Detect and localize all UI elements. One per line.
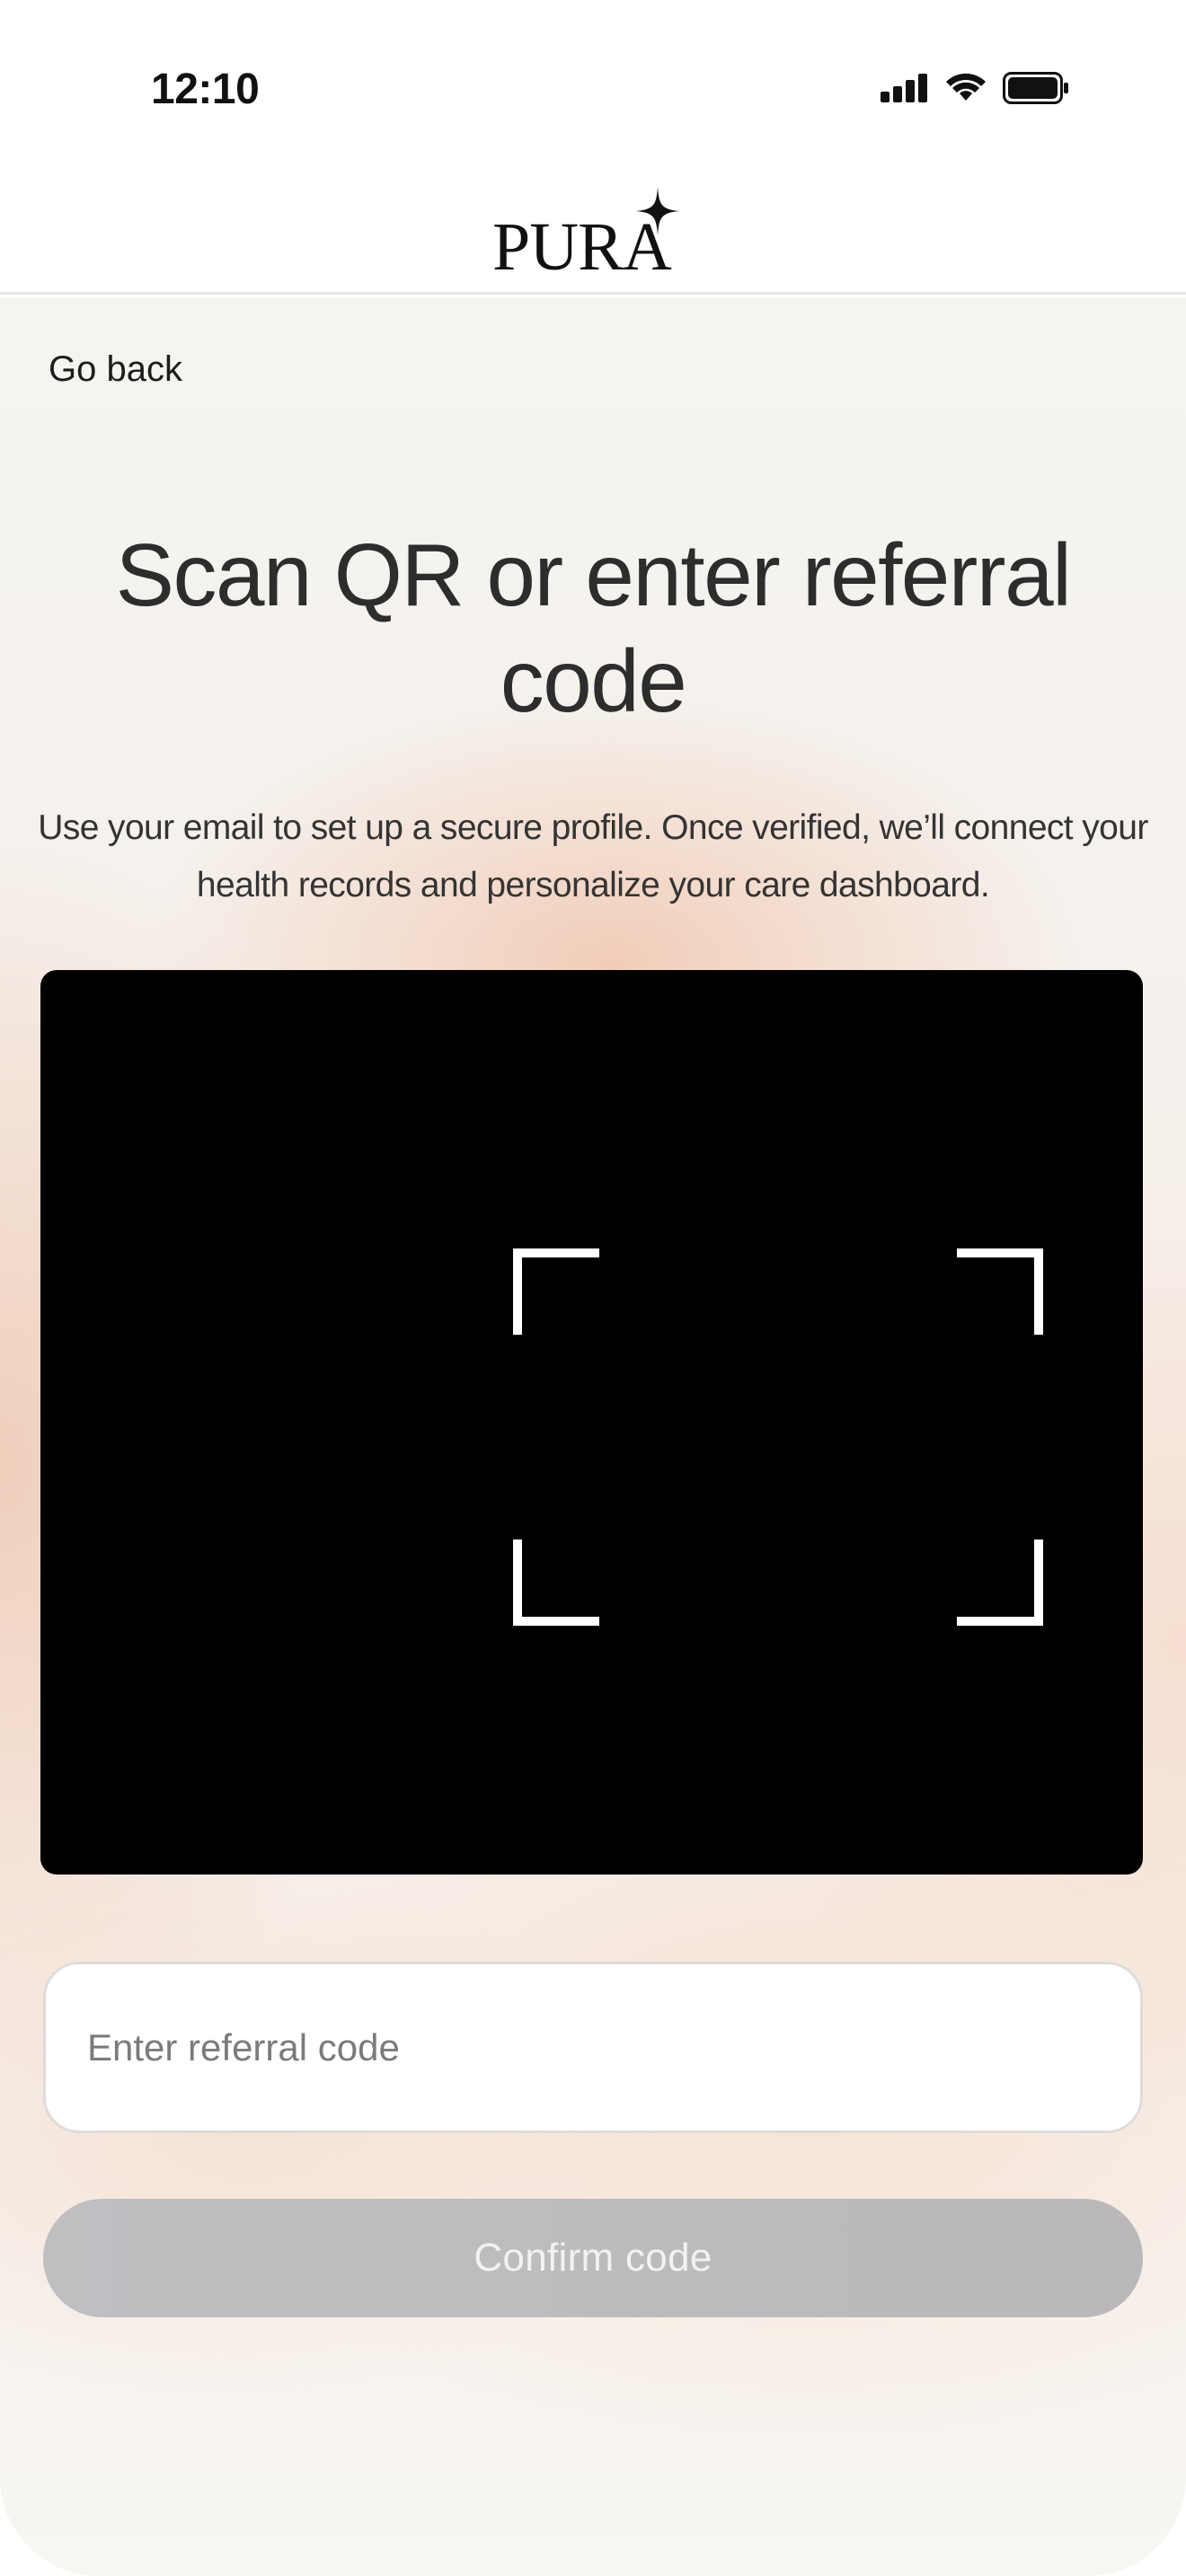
scan-frame-corner-bottom-right: [957, 1539, 1043, 1626]
confirm-code-button[interactable]: Confirm code: [43, 2199, 1143, 2317]
referral-screen: 12:10 PURA Go back Scan QR or enter refe…: [0, 0, 1186, 2576]
battery-icon: [1003, 72, 1068, 104]
go-back-link[interactable]: Go back: [49, 349, 182, 390]
pura-logo: PURA: [492, 187, 708, 287]
page-title: Scan QR or enter referral code: [115, 525, 1072, 730]
page-subtitle: Use your email to set up a secure profil…: [38, 808, 1148, 904]
scan-frame-corner-bottom-left: [513, 1539, 599, 1626]
wifi-icon: [946, 73, 986, 101]
status-time: 12:10: [151, 66, 260, 113]
status-icons: [881, 72, 1069, 104]
scan-frame-corner-top-left: [513, 1248, 599, 1335]
cellular-signal-icon: [881, 74, 927, 102]
status-bar: 12:10: [0, 0, 1186, 171]
sparkle-star-icon: [636, 187, 679, 235]
main-content: Go back Scan QR or enter referral code U…: [0, 297, 1186, 2576]
scan-frame-corner-top-right: [957, 1248, 1043, 1335]
qr-scanner-viewfinder[interactable]: [40, 970, 1143, 1875]
app-header: PURA: [0, 171, 1186, 295]
referral-code-input[interactable]: [43, 1962, 1143, 2133]
